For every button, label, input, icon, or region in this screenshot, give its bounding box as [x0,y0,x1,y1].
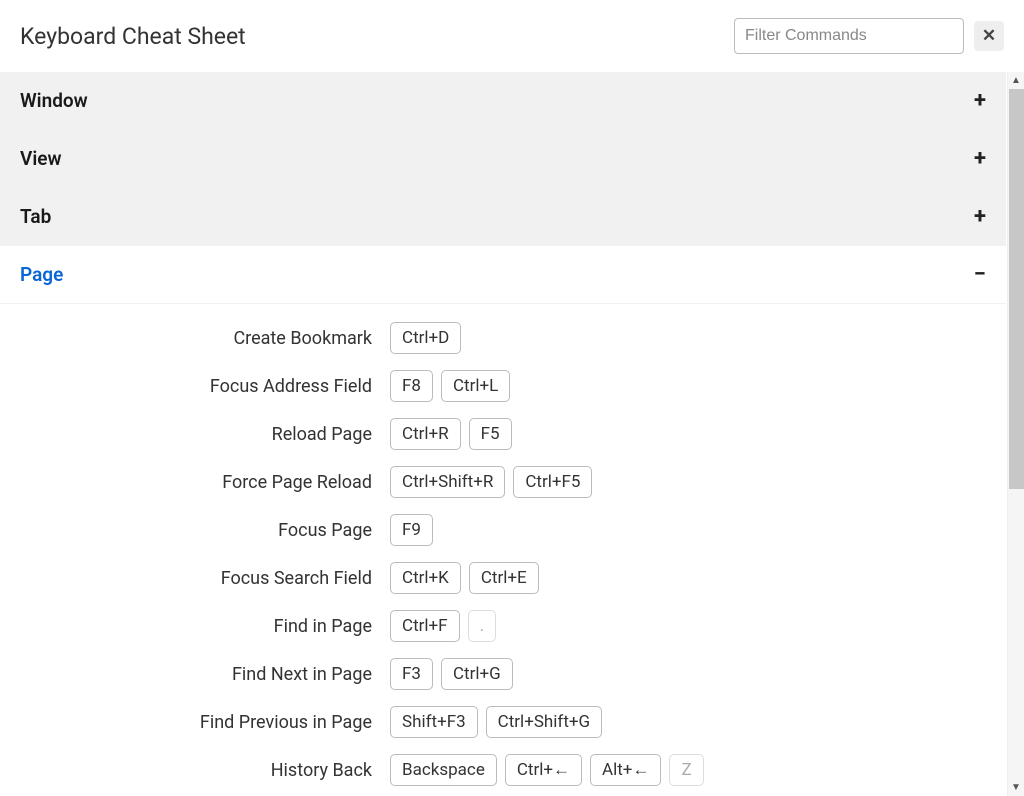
command-label: History Back [0,760,390,781]
command-row: Focus Search FieldCtrl+KCtrl+E [0,554,1006,602]
section-title: Page [20,263,63,286]
key-chip[interactable]: Alt+← [590,754,661,786]
key-chip[interactable]: . [468,610,496,642]
shortcut-list: Ctrl+F. [390,610,496,642]
command-label: Focus Address Field [0,376,390,397]
scrollbar[interactable]: ▲ ▼ [1007,72,1024,796]
shortcut-list: Ctrl+RF5 [390,418,512,450]
close-icon: ✕ [982,26,996,46]
key-chip[interactable]: Ctrl+R [390,418,461,450]
section-header-tab[interactable]: Tab + [0,188,1006,246]
filter-input[interactable] [734,18,964,54]
key-chip[interactable]: Shift+F3 [390,706,478,738]
key-chip[interactable]: Ctrl+← [505,754,582,786]
content-area: Window+View+Tab+Page−Create BookmarkCtrl… [0,72,1024,796]
key-chip[interactable]: Ctrl+L [441,370,510,402]
header-right: ✕ [734,18,1004,54]
command-label: Focus Search Field [0,568,390,589]
command-row: Find Previous in PageShift+F3Ctrl+Shift+… [0,698,1006,746]
plus-icon: + [974,206,986,228]
command-row: Create BookmarkCtrl+D [0,314,1006,362]
section-title: Tab [20,205,51,228]
key-chip[interactable]: Ctrl+F5 [513,466,592,498]
key-chip[interactable]: Ctrl+Shift+G [486,706,602,738]
command-label: Find Next in Page [0,664,390,685]
key-chip[interactable]: Ctrl+E [469,562,539,594]
key-chip[interactable]: Ctrl+K [390,562,461,594]
key-chip[interactable]: F9 [390,514,433,546]
command-row: Reload PageCtrl+RF5 [0,410,1006,458]
key-chip[interactable]: Z [669,754,703,786]
shortcut-list: F9 [390,514,433,546]
command-row: Focus Address FieldF8Ctrl+L [0,362,1006,410]
command-row: History BackBackspaceCtrl+←Alt+←Z [0,746,1006,794]
header: Keyboard Cheat Sheet ✕ [0,0,1024,72]
shortcut-list: BackspaceCtrl+←Alt+←Z [390,754,704,786]
section-body-page: Create BookmarkCtrl+DFocus Address Field… [0,304,1006,796]
shortcut-list: F8Ctrl+L [390,370,510,402]
plus-icon: + [974,148,986,170]
plus-icon: + [974,90,986,112]
shortcut-list: Ctrl+D [390,322,461,354]
scroll-thumb[interactable] [1009,89,1024,489]
page-title: Keyboard Cheat Sheet [20,23,246,50]
command-label: Focus Page [0,520,390,541]
key-chip[interactable]: F5 [469,418,512,450]
section-title: View [20,147,62,170]
section-header-window[interactable]: Window + [0,72,1006,130]
key-chip[interactable]: Ctrl+F [390,610,460,642]
command-label: Find Previous in Page [0,712,390,733]
key-chip[interactable]: F8 [390,370,433,402]
command-label: Reload Page [0,424,390,445]
key-chip[interactable]: F3 [390,658,433,690]
command-row: Find in PageCtrl+F. [0,602,1006,650]
key-chip[interactable]: Ctrl+G [441,658,513,690]
key-chip[interactable]: Ctrl+Shift+R [390,466,505,498]
scroll-up-arrow[interactable]: ▲ [1008,72,1024,89]
command-row: Force Page ReloadCtrl+Shift+RCtrl+F5 [0,458,1006,506]
command-label: Create Bookmark [0,328,390,349]
close-button[interactable]: ✕ [974,21,1004,51]
command-row: Focus PageF9 [0,506,1006,554]
command-label: Force Page Reload [0,472,390,493]
scroll-down-arrow[interactable]: ▼ [1008,779,1024,796]
key-chip[interactable]: Ctrl+D [390,322,461,354]
section-header-page[interactable]: Page − [0,246,1006,304]
scroll-container: Window+View+Tab+Page−Create BookmarkCtrl… [0,72,1024,796]
section-title: Window [20,89,88,112]
command-label: Find in Page [0,616,390,637]
section-header-view[interactable]: View + [0,130,1006,188]
command-row: Find Next in PageF3Ctrl+G [0,650,1006,698]
shortcut-list: F3Ctrl+G [390,658,513,690]
minus-icon: − [974,264,986,286]
key-chip[interactable]: Backspace [390,754,497,786]
shortcut-list: Ctrl+Shift+RCtrl+F5 [390,466,592,498]
shortcut-list: Shift+F3Ctrl+Shift+G [390,706,602,738]
shortcut-list: Ctrl+KCtrl+E [390,562,539,594]
